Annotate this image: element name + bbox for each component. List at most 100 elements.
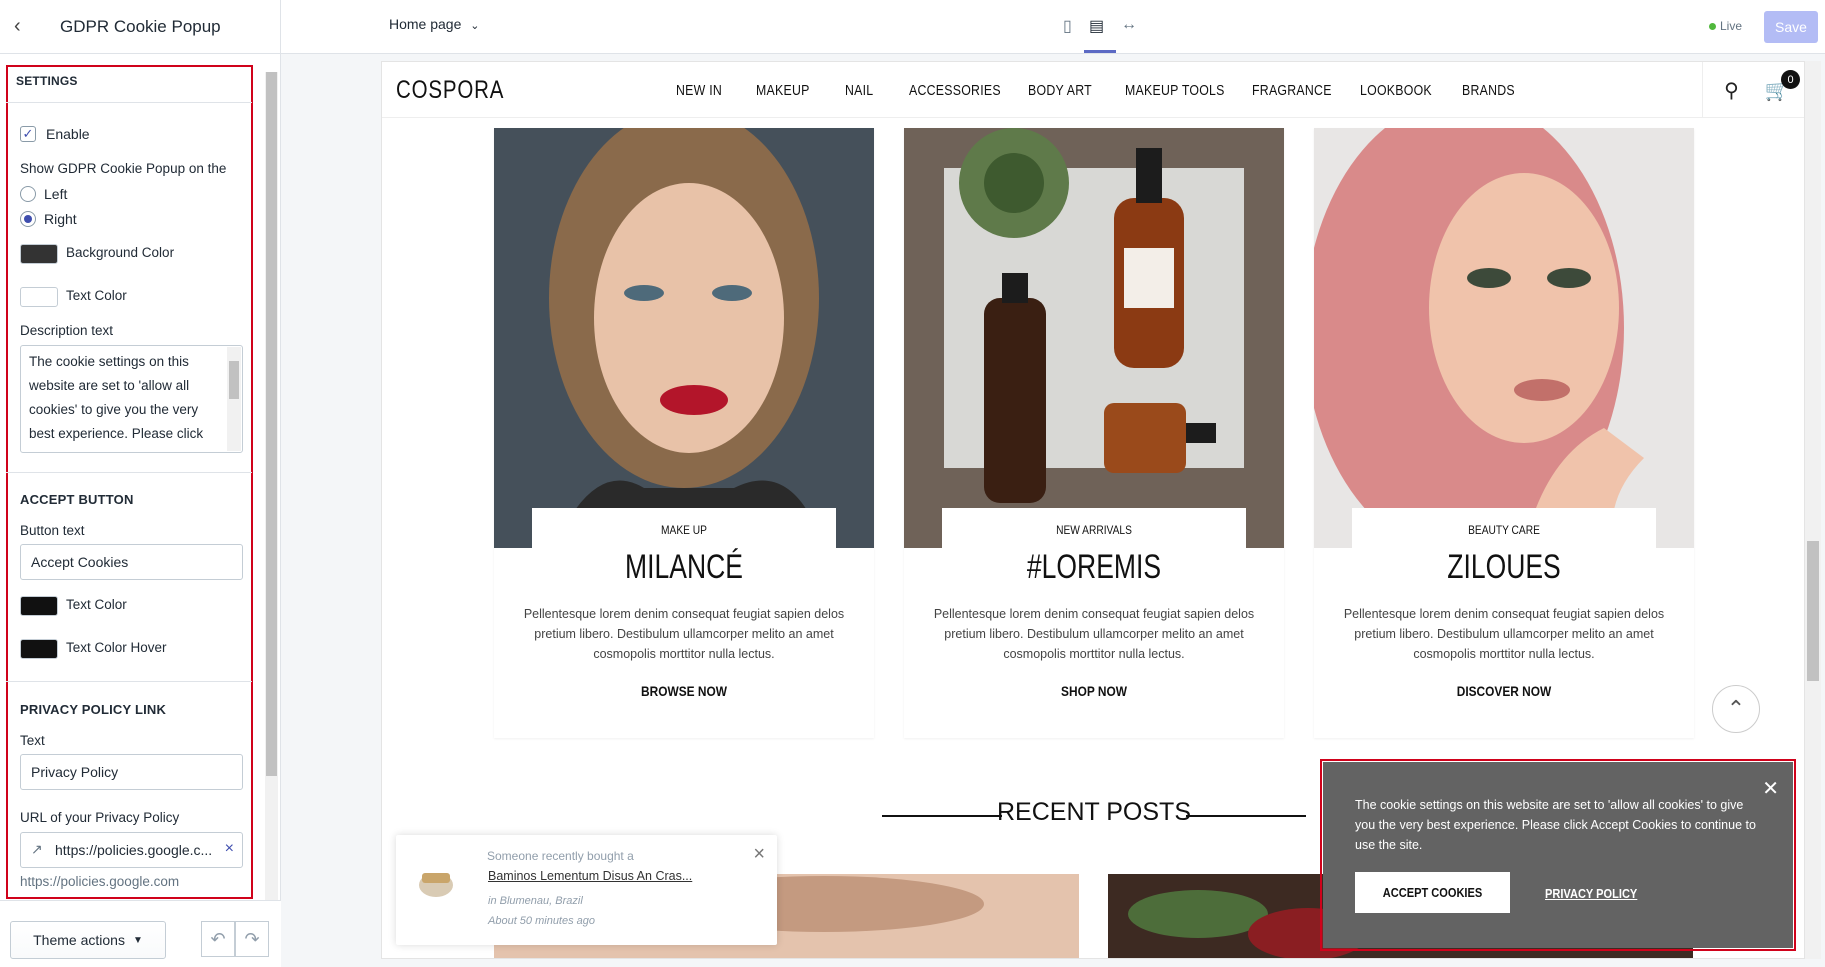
cart-count-badge: 0 (1781, 70, 1800, 89)
theme-actions-button[interactable]: Theme actions ▼ (10, 921, 166, 959)
page-selector-label: Home page (389, 16, 462, 32)
gdpr-cookie-popup: ✕ The cookie settings on this website ar… (1323, 762, 1793, 948)
nav-new-in[interactable]: NEW IN (676, 83, 722, 99)
editor-topbar: Home page ⌄ ▯ ▤ ↔ Live Save (281, 0, 1825, 54)
card-category: NEW ARRIVALS (1056, 523, 1132, 537)
privacy-policy-heading: PRIVACY POLICY LINK (20, 702, 167, 717)
privacy-url-label: URL of your Privacy Policy (20, 810, 180, 825)
theme-actions-label: Theme actions (33, 932, 125, 948)
settings-sidebar: ‹ GDPR Cookie Popup SETTINGS ✓ Enable Sh… (0, 0, 281, 967)
scroll-to-top-button[interactable]: ⌃ (1712, 685, 1760, 733)
sidebar-title: GDPR Cookie Popup (60, 16, 221, 36)
mobile-view-icon[interactable]: ▯ (1063, 16, 1072, 36)
card-cta-link[interactable]: DISCOVER NOW (1343, 683, 1666, 699)
preview-scrollbar-thumb[interactable] (1807, 541, 1819, 681)
external-link-icon: ↗ (31, 841, 43, 857)
back-arrow-icon[interactable]: ‹ (14, 15, 34, 38)
notification-intro: Someone recently bought a (487, 849, 634, 863)
sidebar-footer: Theme actions ▼ ↶ ↷ (0, 900, 281, 967)
nav-accessories[interactable]: ACCESSORIES (909, 83, 1001, 99)
description-textarea[interactable]: The cookie settings on this website are … (20, 345, 243, 453)
textarea-scrollbar-thumb[interactable] (229, 361, 239, 399)
nav-makeup-tools[interactable]: MAKEUP TOOLS (1125, 83, 1225, 99)
collection-card: NEW ARRIVALS #LOREMIS Pellentesque lorem… (904, 128, 1284, 738)
save-button[interactable]: Save (1764, 11, 1818, 43)
clear-icon[interactable]: × (225, 840, 234, 858)
redo-button[interactable]: ↷ (235, 921, 269, 957)
nav-body-art[interactable]: BODY ART (1028, 83, 1092, 99)
privacy-url-input[interactable]: ↗ https://policies.google.c... × (20, 832, 243, 868)
close-icon[interactable]: ✕ (1762, 776, 1779, 801)
radio-left[interactable] (20, 186, 36, 202)
desktop-view-icon[interactable]: ▤ (1089, 16, 1104, 36)
nav-brands[interactable]: BRANDS (1462, 83, 1515, 99)
nav-lookbook[interactable]: LOOKBOOK (1360, 83, 1432, 99)
undo-button[interactable]: ↶ (201, 921, 235, 957)
collection-card: BEAUTY CARE ZILOUES Pellentesque lorem d… (1314, 128, 1694, 738)
button-text-label: Button text (20, 523, 85, 538)
live-label: Live (1720, 19, 1743, 33)
radio-right[interactable] (20, 211, 36, 227)
settings-heading: SETTINGS (16, 74, 78, 88)
radio-right-label: Right (44, 211, 77, 227)
card-title[interactable]: #LOREMIS (946, 548, 1242, 587)
chevron-down-icon: ⌄ (470, 20, 480, 32)
collection-card: MAKE UP MILANCÉ Pellentesque lorem denim… (494, 128, 874, 738)
card-title[interactable]: ZILOUES (1356, 548, 1652, 587)
close-icon[interactable]: × (753, 843, 765, 866)
card-category: BEAUTY CARE (1468, 523, 1540, 537)
privacy-text-input[interactable]: Privacy Policy (20, 754, 243, 790)
card-cta-link[interactable]: BROWSE NOW (523, 683, 846, 699)
page-selector[interactable]: Home page ⌄ (389, 16, 480, 32)
radio-left-label: Left (44, 186, 68, 202)
notification-location: in Blumenau, Brazil (488, 895, 583, 907)
product-image[interactable] (494, 128, 874, 548)
button-text-color-swatch[interactable] (20, 596, 58, 616)
background-color-swatch[interactable] (20, 244, 58, 264)
recent-posts-heading: RECENT POSTS (882, 798, 1306, 827)
product-image[interactable] (1314, 128, 1694, 548)
button-hover-color-swatch[interactable] (20, 639, 58, 659)
card-cta-link[interactable]: SHOP NOW (933, 683, 1256, 699)
divider (6, 681, 252, 682)
preview-scrollbar[interactable] (1805, 61, 1821, 959)
textarea-scrollbar[interactable] (227, 347, 241, 451)
card-category: MAKE UP (661, 523, 707, 537)
active-view-indicator (1084, 50, 1116, 53)
notification-time: About 50 minutes ago (488, 915, 596, 927)
accept-button-heading: ACCEPT BUTTON (20, 492, 134, 507)
text-color-swatch[interactable] (20, 287, 58, 307)
nav-makeup[interactable]: MAKEUP (756, 83, 810, 99)
sidebar-scrollbar[interactable] (265, 72, 278, 900)
cart-icon[interactable]: 🛒 0 (1748, 62, 1804, 118)
description-label: Description text (20, 323, 114, 338)
theme-editor: ‹ GDPR Cookie Popup SETTINGS ✓ Enable Sh… (0, 0, 1825, 967)
privacy-policy-link[interactable]: PRIVACY POLICY (1545, 886, 1637, 901)
privacy-text-label: Text (20, 733, 45, 748)
product-image[interactable] (904, 128, 1284, 548)
recent-purchase-notification: Someone recently bought a Baminos Lement… (396, 835, 777, 945)
button-hover-color-label: Text Color Hover (66, 640, 167, 655)
cookie-popup-text: The cookie settings on this website are … (1355, 798, 1756, 852)
fullscreen-view-icon[interactable]: ↔ (1121, 16, 1137, 34)
store-logo[interactable]: COSPORA (396, 76, 504, 105)
enable-checkbox[interactable]: ✓ (20, 126, 36, 142)
card-description: Pellentesque lorem denim consequat feugi… (933, 607, 1255, 661)
product-thumbnail (416, 861, 456, 901)
notification-product-link[interactable]: Baminos Lementum Disus An Cras... (488, 869, 692, 883)
nav-fragrance[interactable]: FRAGRANCE (1252, 83, 1332, 99)
card-title[interactable]: MILANCÉ (536, 548, 832, 587)
nav-nail[interactable]: NAIL (845, 83, 873, 99)
text-color-label: Text Color (66, 288, 127, 303)
button-text-input[interactable]: Accept Cookies (20, 544, 243, 580)
live-status: Live (1709, 19, 1742, 33)
privacy-url-value: https://policies.google.c... (55, 842, 213, 858)
card-description: Pellentesque lorem denim consequat feugi… (523, 607, 845, 661)
accept-cookies-button[interactable]: ACCEPT COOKIES (1355, 872, 1510, 913)
card-description: Pellentesque lorem denim consequat feugi… (1343, 607, 1665, 661)
divider (6, 472, 252, 473)
divider (6, 102, 252, 103)
accept-cookies-label: ACCEPT COOKIES (1382, 885, 1483, 900)
sidebar-scrollbar-thumb[interactable] (266, 72, 277, 776)
store-navigation: COSPORA NEW IN MAKEUP NAIL ACCESSORIES B… (382, 62, 1804, 118)
